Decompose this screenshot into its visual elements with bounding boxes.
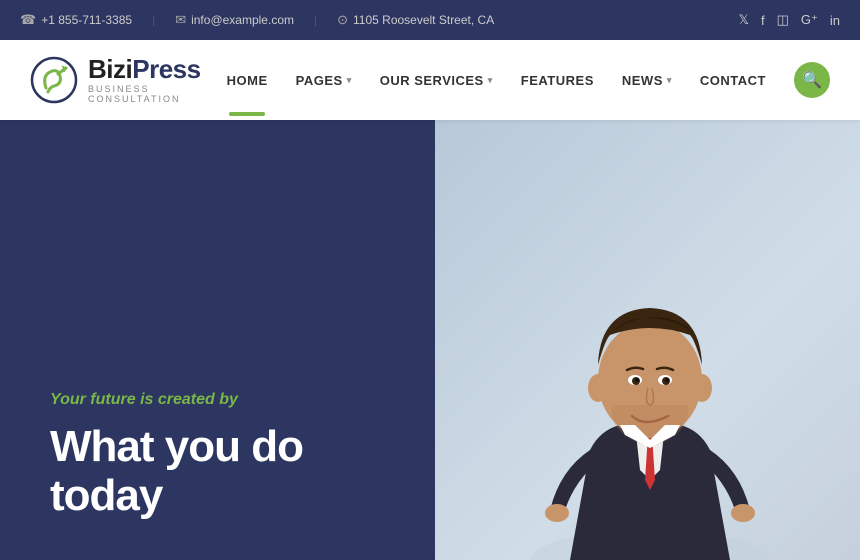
nav-item-news[interactable]: NEWS ▾ bbox=[622, 73, 672, 88]
facebook-icon[interactable]: f bbox=[761, 13, 765, 28]
hero-tagline: Your future is created by bbox=[50, 391, 385, 409]
nav-item-home[interactable]: HOME bbox=[227, 73, 268, 88]
search-button[interactable]: 🔍 bbox=[794, 62, 830, 98]
email-address: info@example.com bbox=[191, 13, 294, 27]
chevron-down-icon: ▾ bbox=[667, 75, 672, 86]
person-illustration bbox=[460, 140, 840, 560]
divider-2: | bbox=[314, 13, 317, 27]
nav-item-features[interactable]: FEATURES bbox=[521, 73, 594, 88]
chevron-down-icon: ▾ bbox=[488, 75, 493, 86]
phone-number: +1 855-711-3385 bbox=[41, 13, 132, 27]
linkedin-icon[interactable]: in bbox=[830, 13, 840, 28]
location-icon: ⊙ bbox=[337, 12, 348, 28]
logo-icon bbox=[30, 56, 78, 104]
hero-content: Your future is created by What you do to… bbox=[0, 120, 435, 560]
top-bar-contact-info: ☎ +1 855-711-3385 | ✉ info@example.com |… bbox=[20, 12, 494, 28]
main-nav: HOME PAGES ▾ OUR SERVICES ▾ FEATURES NEW… bbox=[227, 62, 830, 98]
divider-1: | bbox=[152, 13, 155, 27]
header: BiziPress BUSINESS CONSULTATION HOME PAG… bbox=[0, 40, 860, 120]
logo-name-part2: Press bbox=[132, 54, 200, 84]
search-icon: 🔍 bbox=[802, 70, 822, 90]
logo-name: BiziPress bbox=[88, 55, 227, 84]
email-icon: ✉ bbox=[175, 12, 186, 28]
twitter-icon[interactable]: 𝕏 bbox=[738, 12, 748, 28]
hero-section: Your future is created by What you do to… bbox=[0, 120, 860, 560]
hero-image bbox=[435, 120, 860, 560]
instagram-icon[interactable]: ◫ bbox=[777, 12, 789, 28]
nav-item-pages[interactable]: PAGES ▾ bbox=[296, 73, 352, 88]
social-links: 𝕏 f ◫ G⁺ in bbox=[738, 12, 840, 28]
address-text: 1105 Roosevelt Street, CA bbox=[353, 13, 494, 27]
top-bar: ☎ +1 855-711-3385 | ✉ info@example.com |… bbox=[0, 0, 860, 40]
logo-tagline: BUSINESS CONSULTATION bbox=[88, 85, 227, 105]
email-item: ✉ info@example.com bbox=[175, 12, 294, 28]
nav-item-our-services[interactable]: OUR SERVICES ▾ bbox=[380, 73, 493, 88]
logo-text: BiziPress BUSINESS CONSULTATION bbox=[88, 55, 227, 105]
phone-icon: ☎ bbox=[20, 12, 36, 28]
chevron-down-icon: ▾ bbox=[347, 75, 352, 86]
nav-item-contact[interactable]: CONTACT bbox=[700, 73, 766, 88]
address-item: ⊙ 1105 Roosevelt Street, CA bbox=[337, 12, 494, 28]
phone-item: ☎ +1 855-711-3385 bbox=[20, 12, 132, 28]
logo: BiziPress BUSINESS CONSULTATION bbox=[30, 55, 227, 105]
hero-title: What you do today bbox=[50, 423, 385, 520]
logo-name-part1: Bizi bbox=[88, 54, 132, 84]
google-plus-icon[interactable]: G⁺ bbox=[801, 12, 818, 28]
